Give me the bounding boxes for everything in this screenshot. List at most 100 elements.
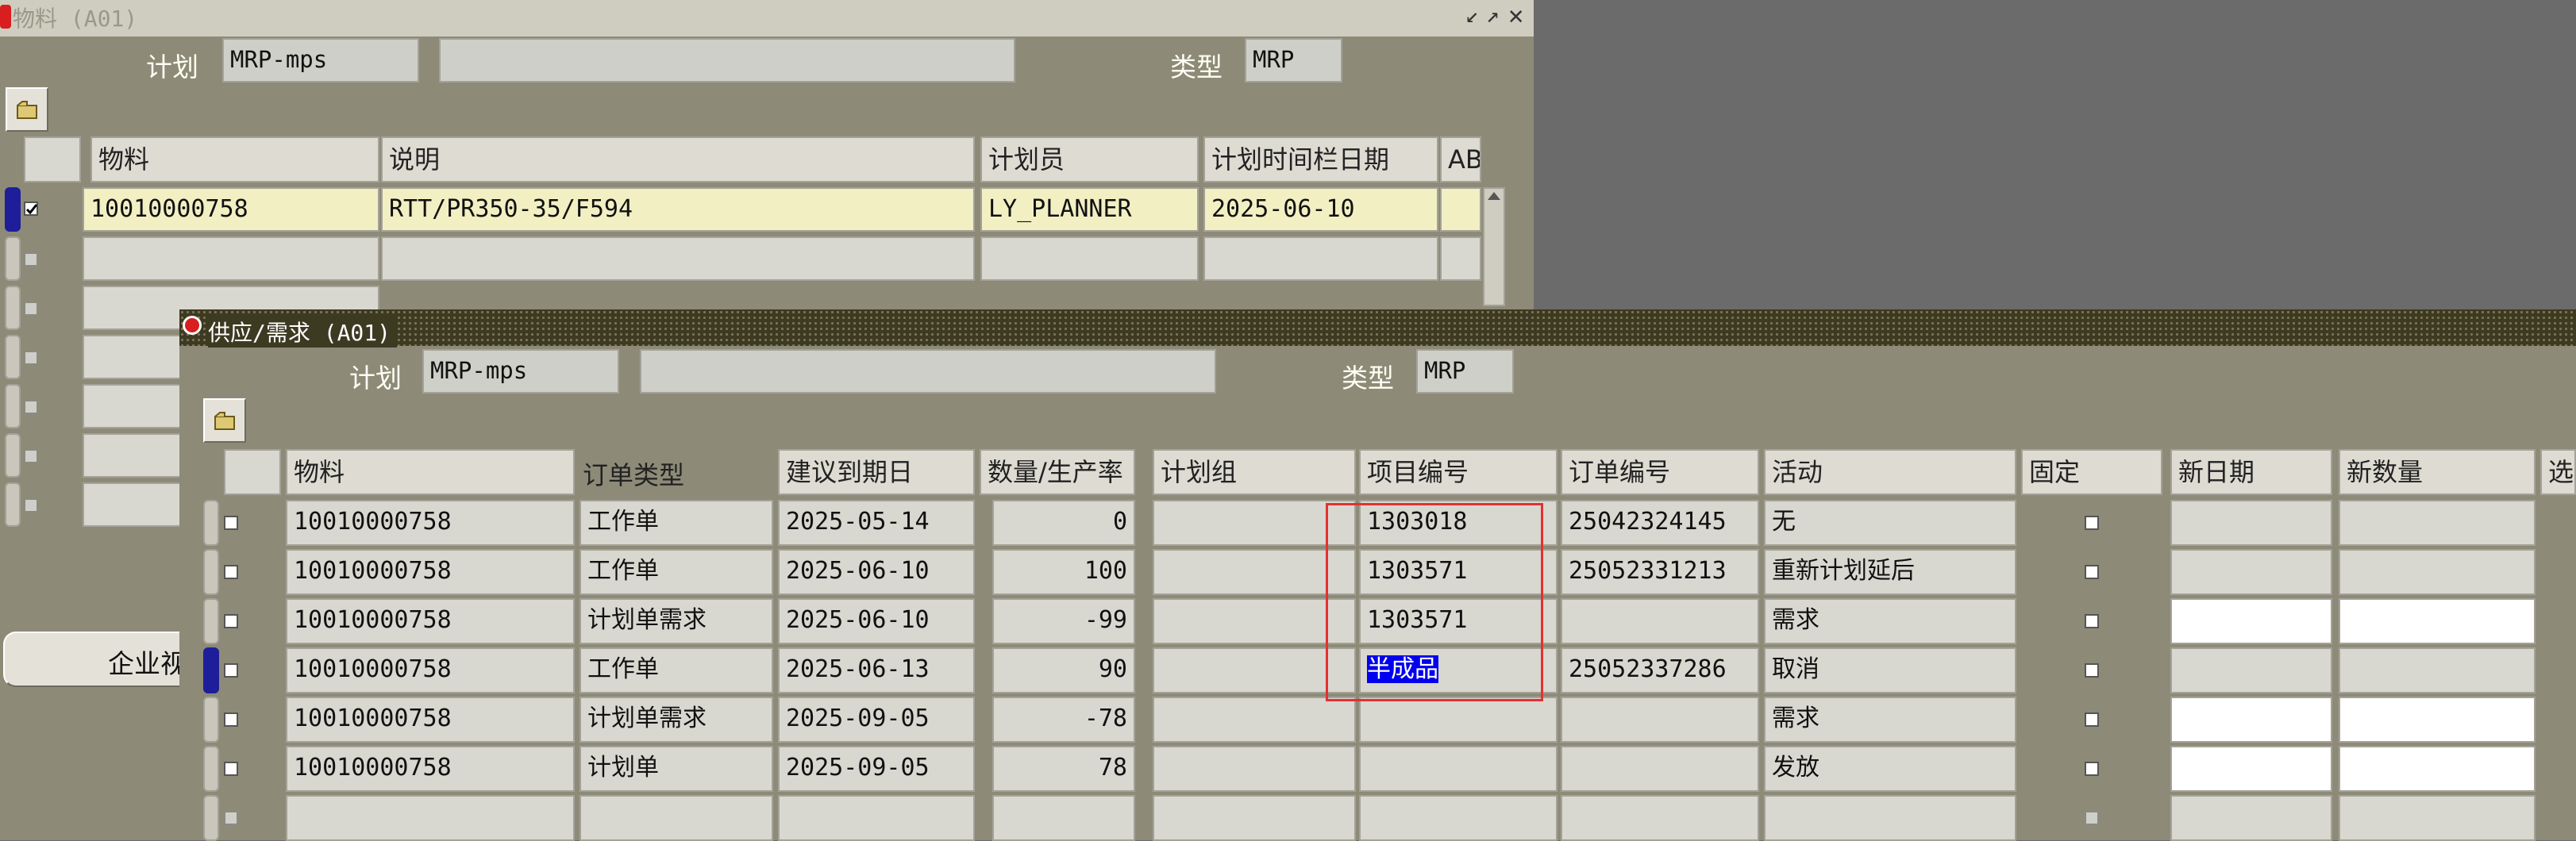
row-indicator[interactable] [203,795,219,841]
cell-new-quantity[interactable] [2339,598,2536,644]
cell-order-no[interactable] [1561,795,1759,841]
enterprise-view-button[interactable]: 企业视 [3,632,210,687]
cell-group[interactable] [1153,697,1356,743]
vertical-scrollbar[interactable] [1483,187,1505,306]
cell-description-empty[interactable] [381,236,975,281]
cell-action[interactable] [1764,795,2016,841]
cell-order-type[interactable] [580,795,773,841]
cell-new-quantity[interactable] [2339,647,2536,693]
cell-order-type[interactable]: 计划单 [580,746,773,792]
scroll-up-arrow-icon[interactable] [1488,192,1500,200]
supply-demand-titlebar[interactable]: 供应/需求 (A01) [179,309,2576,348]
cell-new-date[interactable] [2170,647,2332,693]
plan-field[interactable]: MRP-mps [222,38,419,83]
firm-checkbox[interactable] [2085,811,2099,825]
cell-new-date[interactable] [2170,500,2332,546]
row-indicator[interactable] [203,598,219,644]
row-checkbox[interactable] [24,252,38,267]
row-checkbox[interactable] [24,449,38,463]
cell-order-no[interactable]: 25052331213 [1561,549,1759,595]
cell-qty[interactable]: -78 [992,697,1135,743]
cell-action[interactable]: 无 [1764,500,2016,546]
cell-order-no[interactable]: 25042324145 [1561,500,1759,546]
row-checkbox[interactable] [24,400,38,414]
row-indicator[interactable] [5,482,21,527]
cell-order-no[interactable]: 25052337286 [1561,647,1759,693]
cell-description[interactable]: RTT/PR350-35/F594 [381,187,975,232]
cell-order-no[interactable] [1561,746,1759,792]
plan-description-field[interactable] [640,349,1216,394]
cell-action[interactable]: 需求 [1764,697,2016,743]
cell-new-date[interactable] [2170,598,2332,644]
cell-qty[interactable]: -99 [992,598,1135,644]
cell-new-date[interactable] [2170,549,2332,595]
cell-new-date[interactable] [2170,697,2332,743]
select-all-header[interactable] [24,136,81,182]
cell-qty[interactable]: 0 [992,500,1135,546]
cell-order-no[interactable] [1561,598,1759,644]
cell-order-type[interactable]: 工作单 [580,647,773,693]
cell-item-empty[interactable] [83,433,186,478]
row-indicator[interactable] [5,335,21,379]
row-select-checkbox[interactable] [224,712,238,727]
cell-item-empty[interactable] [83,335,186,379]
row-select-checkbox[interactable] [224,811,238,825]
type-field[interactable]: MRP [1416,349,1514,394]
cell-new-quantity[interactable] [2339,549,2536,595]
cell-item-empty[interactable] [83,482,186,527]
cell-item-empty[interactable] [83,384,186,428]
cell-action[interactable]: 需求 [1764,598,2016,644]
cell-new-quantity[interactable] [2339,746,2536,792]
maximize-icon[interactable]: ↗ [1486,2,1500,28]
material-window-titlebar[interactable]: 物料 (A01) ↙ ↗ ✕ [0,0,1534,36]
cell-item[interactable]: 10010000758 [83,187,379,232]
cell-time-fence-date[interactable]: 2025-06-10 [1203,187,1438,232]
row-checkbox[interactable] [24,498,38,513]
cell-order-type[interactable]: 计划单需求 [580,697,773,743]
cell-new-quantity[interactable] [2339,697,2536,743]
firm-checkbox[interactable] [2085,762,2099,776]
row-select-checkbox[interactable] [224,565,238,579]
cell-planner-empty[interactable] [980,236,1199,281]
folder-tool-button[interactable] [6,87,48,132]
cell-item[interactable]: 10010000758 [286,746,575,792]
row-indicator[interactable] [5,433,21,478]
row-indicator-current[interactable] [203,647,219,693]
cell-item[interactable]: 10010000758 [286,697,575,743]
cell-planner[interactable]: LY_PLANNER [980,187,1199,232]
plan-description-field[interactable] [439,38,1015,83]
row-select-checkbox[interactable] [224,663,238,678]
cell-item[interactable]: 10010000758 [286,549,575,595]
folder-tool-button[interactable] [203,398,246,443]
firm-checkbox[interactable] [2085,565,2099,579]
row-select-checkbox[interactable] [224,614,238,628]
row-indicator[interactable] [5,236,21,281]
cell-due[interactable]: 2025-09-05 [778,697,975,743]
cell-action[interactable]: 发放 [1764,746,2016,792]
cell-item[interactable] [286,795,575,841]
cell-item[interactable]: 10010000758 [286,598,575,644]
cell-group[interactable] [1153,746,1356,792]
cell-abc-empty[interactable] [1440,236,1481,281]
row-indicator-current[interactable] [5,187,21,232]
cell-item[interactable]: 10010000758 [286,647,575,693]
row-indicator[interactable] [5,286,21,330]
cell-order-no[interactable] [1561,697,1759,743]
row-select-checkbox[interactable] [224,762,238,776]
cell-group[interactable] [1153,795,1356,841]
cell-project[interactable] [1359,746,1558,792]
firm-checkbox[interactable] [2085,663,2099,678]
cell-new-quantity[interactable] [2339,500,2536,546]
cell-due[interactable]: 2025-06-10 [778,549,975,595]
row-select-checkbox[interactable] [224,516,238,530]
firm-checkbox[interactable] [2085,712,2099,727]
cell-date-empty[interactable] [1203,236,1438,281]
select-all-header[interactable] [224,449,281,495]
cell-due[interactable]: 2025-06-13 [778,647,975,693]
cell-item[interactable]: 10010000758 [286,500,575,546]
row-indicator[interactable] [203,500,219,546]
row-indicator[interactable] [203,549,219,595]
cell-qty[interactable] [992,795,1135,841]
row-indicator[interactable] [5,384,21,428]
minimize-icon[interactable]: ↙ [1465,2,1479,28]
